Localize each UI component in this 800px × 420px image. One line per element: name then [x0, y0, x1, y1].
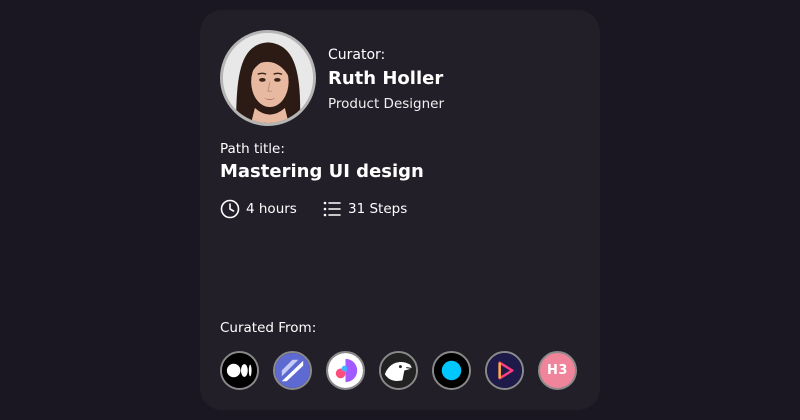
list-icon — [323, 201, 341, 217]
clock-icon — [220, 199, 240, 219]
curated-sources-list: H3 — [220, 351, 577, 390]
source-dog[interactable] — [379, 351, 418, 390]
curator-name: Ruth Holler — [328, 68, 444, 89]
cyan-dot-logo-icon — [434, 353, 469, 388]
source-play[interactable] — [485, 351, 524, 390]
source-medium[interactable] — [220, 351, 259, 390]
medium-logo-icon — [222, 353, 257, 388]
figma-style-logo-icon — [328, 353, 363, 388]
linear-logo-icon — [275, 353, 310, 388]
dog-logo-icon — [381, 353, 416, 388]
source-cyan-dot[interactable] — [432, 351, 471, 390]
source-linear[interactable] — [273, 351, 312, 390]
curated-from-label: Curated From: — [220, 320, 317, 336]
h3-logo-icon: H3 — [547, 363, 568, 378]
curator-portrait-icon — [223, 33, 313, 123]
path-title: Mastering UI design — [220, 161, 424, 182]
play-logo-icon — [487, 353, 522, 388]
path-duration: 4 hours — [220, 199, 297, 219]
path-steps: 31 Steps — [322, 199, 407, 219]
curator-role: Product Designer — [328, 96, 445, 112]
steps-text: 31 Steps — [348, 201, 408, 217]
curator-avatar[interactable] — [220, 30, 316, 126]
path-title-label: Path title: — [220, 141, 285, 157]
source-figma-style[interactable] — [326, 351, 365, 390]
curator-label: Curator: — [328, 47, 386, 63]
source-h3[interactable]: H3 — [538, 351, 577, 390]
duration-text: 4 hours — [246, 201, 297, 217]
path-card: Curator: Ruth Holler Product Designer Pa… — [200, 10, 600, 410]
